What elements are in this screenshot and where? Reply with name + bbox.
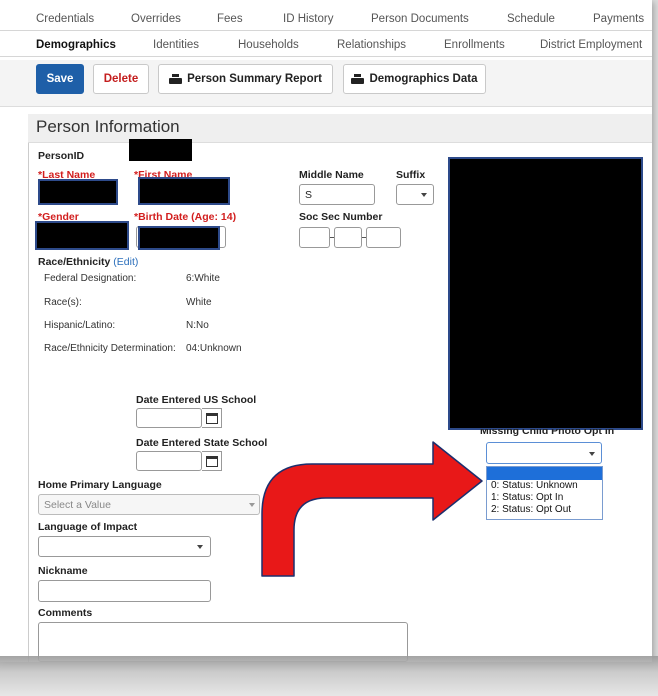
tab-households[interactable]: Households bbox=[238, 39, 299, 51]
nickname-input[interactable] bbox=[38, 580, 211, 602]
person-summary-report-label: Person Summary Report bbox=[187, 73, 322, 85]
tab-row-primary: Demographics Identities Households Relat… bbox=[0, 34, 652, 57]
tab-fees[interactable]: Fees bbox=[217, 13, 243, 25]
calendar-icon bbox=[205, 412, 218, 424]
middle-name-label: Middle Name bbox=[299, 169, 364, 181]
tab-relationships[interactable]: Relationships bbox=[337, 39, 406, 51]
missing-child-photo-label: Missing Child Photo Opt In bbox=[480, 429, 615, 437]
federal-designation-label: Federal Designation: bbox=[44, 273, 137, 284]
race-determination-label: Race/Ethnicity Determination: bbox=[44, 343, 176, 354]
tab-demographics[interactable]: Demographics bbox=[36, 39, 116, 51]
comments-label: Comments bbox=[38, 607, 93, 619]
chevron-down-icon bbox=[589, 452, 595, 456]
tab-overrides[interactable]: Overrides bbox=[131, 13, 181, 25]
races-label: Race(s): bbox=[44, 297, 82, 308]
tab-person-documents[interactable]: Person Documents bbox=[371, 13, 469, 25]
redacted-birth-date bbox=[138, 226, 220, 250]
redacted-photo bbox=[448, 157, 643, 430]
save-button[interactable]: Save bbox=[36, 64, 84, 94]
date-entered-us-input[interactable] bbox=[136, 408, 202, 428]
demographics-data-label: Demographics Data bbox=[369, 73, 478, 85]
save-button-label: Save bbox=[46, 73, 74, 85]
tab-district-employment[interactable]: District Employment bbox=[540, 39, 642, 51]
dropdown-option-unknown[interactable]: 0: Status: Unknown bbox=[491, 480, 578, 491]
ssn-dash bbox=[330, 237, 334, 238]
tab-row-secondary: Credentials Overrides Fees ID History Pe… bbox=[0, 8, 652, 31]
ssn-label: Soc Sec Number bbox=[299, 211, 383, 223]
tab-schedule[interactable]: Schedule bbox=[507, 13, 555, 25]
gender-select[interactable] bbox=[35, 221, 129, 250]
last-name-input[interactable] bbox=[38, 179, 118, 205]
tab-enrollments[interactable]: Enrollments bbox=[444, 39, 505, 51]
delete-button[interactable]: Delete bbox=[93, 64, 149, 94]
hispanic-latino-value: N:No bbox=[186, 320, 209, 331]
calendar-button[interactable] bbox=[202, 408, 222, 428]
home-language-label: Home Primary Language bbox=[38, 479, 162, 491]
dropdown-option-opt-out[interactable]: 2: Status: Opt Out bbox=[491, 504, 571, 515]
suffix-label: Suffix bbox=[396, 169, 426, 181]
person-id-label: PersonID bbox=[38, 150, 85, 162]
person-summary-report-button[interactable]: Person Summary Report bbox=[158, 64, 333, 94]
ssn-part1-input[interactable] bbox=[299, 227, 330, 248]
dropdown-option-opt-in[interactable]: 1: Status: Opt In bbox=[491, 492, 563, 503]
hispanic-latino-label: Hispanic/Latino: bbox=[44, 320, 116, 331]
missing-child-photo-dropdown: 0: Status: Unknown 1: Status: Opt In 2: … bbox=[486, 466, 603, 520]
app-window: Credentials Overrides Fees ID History Pe… bbox=[0, 0, 652, 662]
date-entered-state-input[interactable] bbox=[136, 451, 202, 471]
tab-credentials[interactable]: Credentials bbox=[36, 13, 94, 25]
home-language-select[interactable]: Select a Value bbox=[38, 494, 260, 515]
tab-id-history[interactable]: ID History bbox=[283, 13, 333, 25]
suffix-select[interactable] bbox=[396, 184, 434, 205]
printer-icon bbox=[169, 73, 183, 85]
birth-date-label: *Birth Date (Age: 14) bbox=[134, 211, 237, 223]
demographics-data-button[interactable]: Demographics Data bbox=[343, 64, 486, 94]
date-entered-state-label: Date Entered State School bbox=[136, 437, 268, 449]
calendar-icon bbox=[205, 455, 218, 467]
delete-button-label: Delete bbox=[103, 73, 139, 85]
ssn-part3-input[interactable] bbox=[366, 227, 401, 248]
missing-child-photo-select[interactable] bbox=[486, 442, 602, 464]
tab-payments[interactable]: Payments bbox=[593, 13, 644, 25]
races-value: White bbox=[186, 297, 212, 308]
language-of-impact-select[interactable] bbox=[38, 536, 211, 557]
date-entered-us-label: Date Entered US School bbox=[136, 394, 257, 406]
federal-designation-value: 6:White bbox=[186, 273, 220, 284]
redacted-person-id bbox=[129, 139, 192, 161]
middle-name-input[interactable]: S bbox=[299, 184, 375, 205]
ssn-dash bbox=[362, 237, 366, 238]
red-arrow-annotation bbox=[261, 441, 483, 577]
ssn-part2-input[interactable] bbox=[334, 227, 362, 248]
nickname-label: Nickname bbox=[38, 565, 88, 577]
first-name-input[interactable] bbox=[138, 177, 230, 205]
printer-icon bbox=[351, 73, 365, 85]
screenshot-fade bbox=[0, 656, 658, 696]
race-ethnicity-label: Race/Ethnicity (Edit) bbox=[38, 256, 138, 268]
chevron-down-icon bbox=[421, 193, 427, 197]
tab-identities[interactable]: Identities bbox=[153, 39, 199, 51]
chevron-down-icon bbox=[197, 545, 203, 549]
dropdown-highlight bbox=[487, 467, 602, 480]
race-determination-value: 04:Unknown bbox=[186, 343, 242, 354]
panel-title: Person Information bbox=[36, 117, 180, 136]
calendar-button[interactable] bbox=[202, 451, 222, 471]
language-of-impact-label: Language of Impact bbox=[38, 521, 138, 533]
race-edit-link[interactable]: (Edit) bbox=[113, 256, 138, 268]
race-ethnicity-title: Race/Ethnicity bbox=[38, 256, 111, 268]
